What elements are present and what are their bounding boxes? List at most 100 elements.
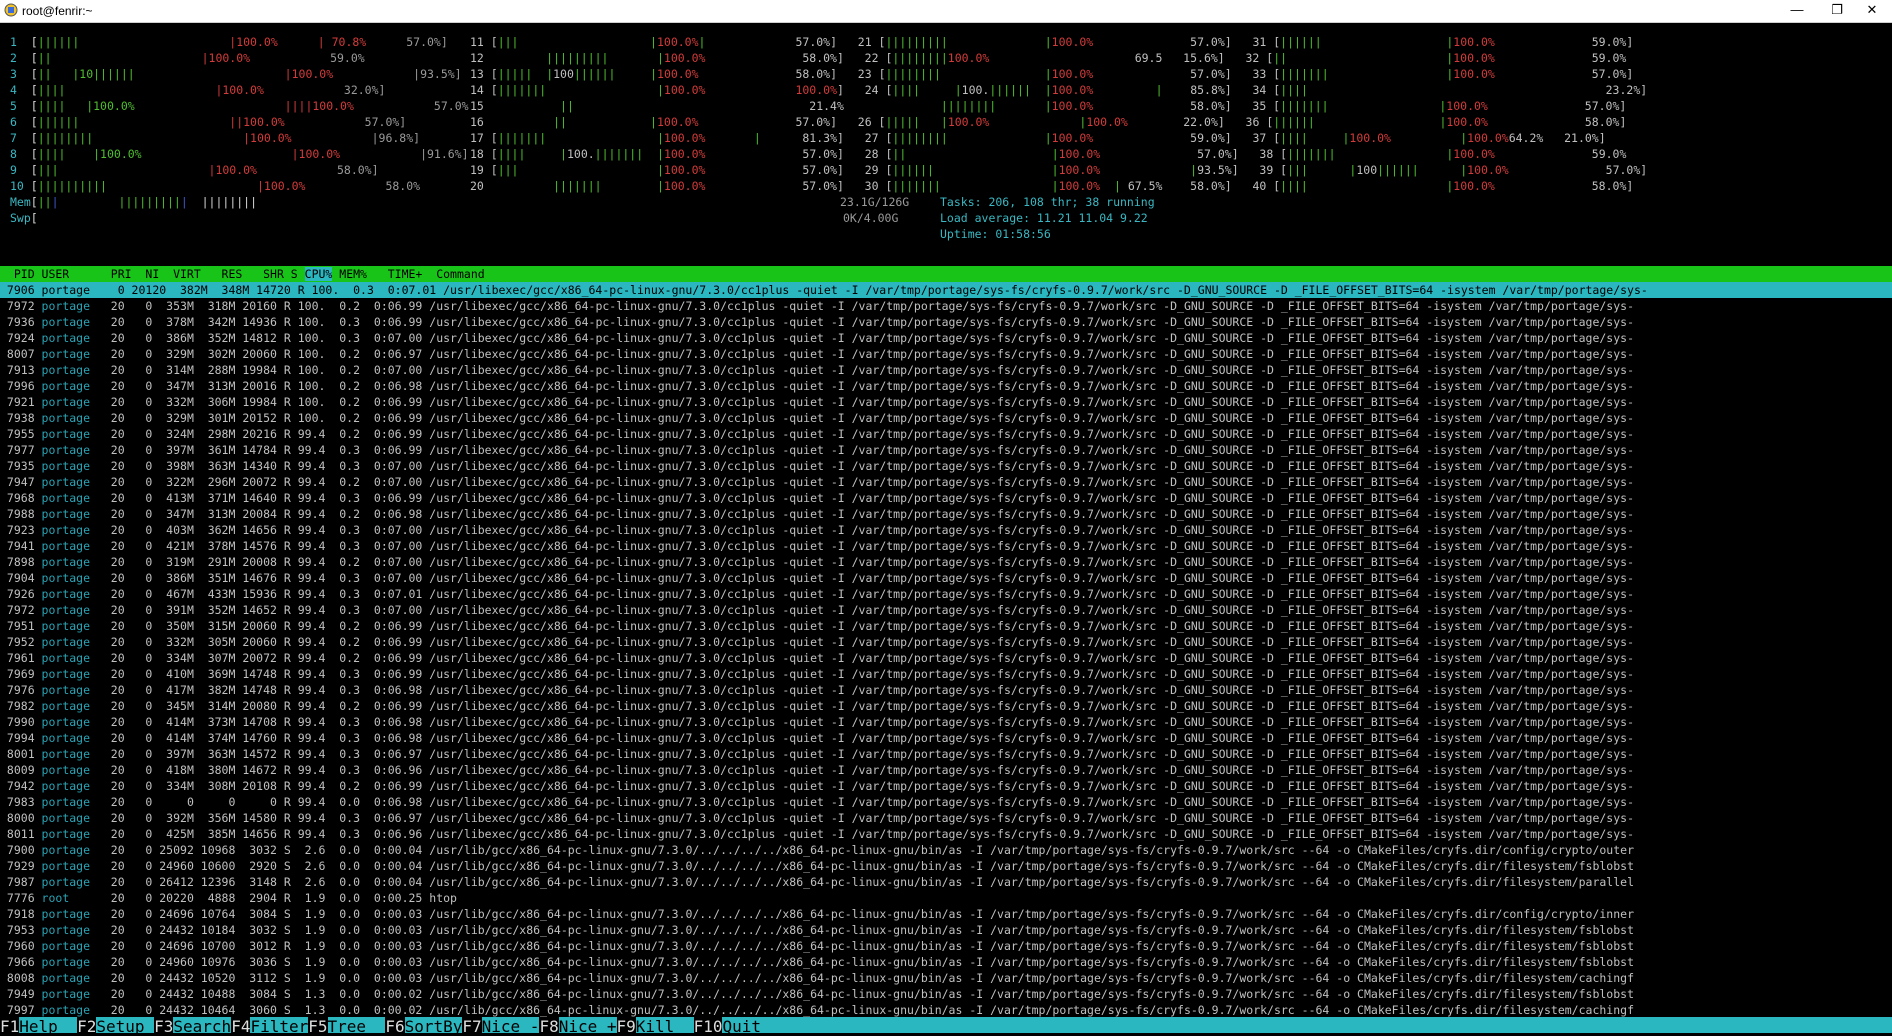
process-row[interactable]: 7947 portage 20 0 322M 296M 20072 R 99.4… bbox=[0, 474, 1892, 490]
process-list[interactable]: 7906 portage 0 20120 382M 348M 14720 R 1… bbox=[0, 282, 1892, 1018]
process-row[interactable]: 7921 portage 20 0 332M 306M 19984 R 100.… bbox=[0, 394, 1892, 410]
process-row[interactable]: 7941 portage 20 0 421M 378M 14576 R 99.4… bbox=[0, 538, 1892, 554]
header-columns[interactable]: PID USER PRI NI VIRT RES SHR S bbox=[0, 267, 305, 281]
fkey-f3[interactable]: F3 bbox=[154, 1017, 174, 1033]
header-columns-rest[interactable]: MEM% TIME+ Command bbox=[332, 267, 484, 281]
fkey-f7[interactable]: F7 bbox=[462, 1017, 482, 1033]
fkey-f2[interactable]: F2 bbox=[77, 1017, 97, 1033]
fkey-label-f6[interactable]: SortBy bbox=[405, 1017, 463, 1033]
process-row[interactable]: 7968 portage 20 0 413M 371M 14640 R 99.4… bbox=[0, 490, 1892, 506]
cpu-meter-row-6: 16 || |100.0% 57.0%] 26 [||||| |100.0% |… bbox=[470, 115, 1627, 129]
process-row[interactable]: 7918 portage 20 0 24696 10764 3084 S 1.9… bbox=[0, 906, 1892, 922]
fkey-label-f9[interactable]: Kill bbox=[636, 1017, 694, 1033]
cpu-meter-10: 10 [|||||||||| |100.0% 58.0% bbox=[10, 179, 421, 193]
fkey-f6[interactable]: F6 bbox=[385, 1017, 405, 1033]
minimize-icon[interactable]: — bbox=[1777, 0, 1817, 22]
process-row[interactable]: 7969 portage 20 0 410M 369M 14748 R 99.4… bbox=[0, 666, 1892, 682]
fkey-f9[interactable]: F9 bbox=[616, 1017, 636, 1033]
process-row[interactable]: 8009 portage 20 0 418M 380M 14672 R 99.4… bbox=[0, 762, 1892, 778]
load-average: Load average: 11.21 11.04 9.22 bbox=[940, 211, 1148, 225]
process-row[interactable]: 8007 portage 20 0 329M 302M 20060 R 100.… bbox=[0, 346, 1892, 362]
cpu-meter-row-7: 17 [||||||| |100.0% | 81.3%] 27 [|||||||… bbox=[470, 131, 1606, 145]
cpu-meter-row-10: 20 ||||||| |100.0% 57.0%] 30 [||||||| |1… bbox=[470, 179, 1634, 193]
process-row[interactable]: 8001 portage 20 0 397M 363M 14572 R 99.4… bbox=[0, 746, 1892, 762]
process-row[interactable]: 7952 portage 20 0 332M 305M 20060 R 99.4… bbox=[0, 634, 1892, 650]
close-icon[interactable]: ✕ bbox=[1852, 0, 1892, 22]
process-row[interactable]: 7898 portage 20 0 319M 291M 20008 R 99.4… bbox=[0, 554, 1892, 570]
process-row[interactable]: 7996 portage 20 0 347M 313M 20016 R 100.… bbox=[0, 378, 1892, 394]
swap-meter: Swp[ bbox=[10, 211, 38, 225]
process-row[interactable]: 7960 portage 20 0 24696 10700 3012 R 1.9… bbox=[0, 938, 1892, 954]
process-row[interactable]: 7966 portage 20 0 24960 10976 3036 S 1.9… bbox=[0, 954, 1892, 970]
process-row[interactable]: 7990 portage 20 0 414M 373M 14708 R 99.4… bbox=[0, 714, 1892, 730]
process-row[interactable]: 7951 portage 20 0 350M 315M 20060 R 99.4… bbox=[0, 618, 1892, 634]
fkey-label-f1[interactable]: Help bbox=[19, 1017, 77, 1033]
process-row[interactable]: 7900 portage 20 0 25092 10968 3032 S 2.6… bbox=[0, 842, 1892, 858]
process-row[interactable]: 7983 portage 20 0 0 0 0 R 99.4 0.0 0:06.… bbox=[0, 794, 1892, 810]
uptime: Uptime: 01:58:56 bbox=[940, 227, 1051, 241]
process-row[interactable]: 7997 portage 20 0 24432 10464 3060 S 1.3… bbox=[0, 1002, 1892, 1018]
process-row[interactable]: 7976 portage 20 0 417M 382M 14748 R 99.4… bbox=[0, 682, 1892, 698]
fkey-f8[interactable]: F8 bbox=[539, 1017, 559, 1033]
process-row[interactable]: 7953 portage 20 0 24432 10184 3032 S 1.9… bbox=[0, 922, 1892, 938]
process-table-header[interactable]: PID USER PRI NI VIRT RES SHR S CPU% MEM%… bbox=[0, 266, 1892, 282]
fkey-f5[interactable]: F5 bbox=[308, 1017, 328, 1033]
process-row[interactable]: 7955 portage 20 0 324M 298M 20216 R 99.4… bbox=[0, 426, 1892, 442]
cpu-meter-row-4: 14 [||||||| |100.0% 100.0%] 24 [|||| |10… bbox=[470, 83, 1648, 97]
fkey-f10[interactable]: F10 bbox=[693, 1017, 723, 1033]
process-row[interactable]: 7929 portage 20 0 24960 10600 2920 S 2.6… bbox=[0, 858, 1892, 874]
process-row[interactable]: 7906 portage 0 20120 382M 348M 14720 R 1… bbox=[0, 282, 1892, 298]
cpu-meter-1: 1 [|||||| |100.0% | 70.8% 57.0%] bbox=[10, 35, 448, 49]
process-row[interactable]: 7938 portage 20 0 329M 301M 20152 R 100.… bbox=[0, 410, 1892, 426]
process-row[interactable]: 7987 portage 20 0 26412 12396 3148 R 2.6… bbox=[0, 874, 1892, 890]
fkey-label-f8[interactable]: Nice + bbox=[559, 1017, 617, 1033]
cpu-meter-6: 6 [|||||| ||100.0% 57.0%] bbox=[10, 115, 407, 129]
process-row[interactable]: 7972 portage 20 0 391M 352M 14652 R 99.4… bbox=[0, 602, 1892, 618]
restore-icon[interactable]: ❐ bbox=[1817, 0, 1857, 22]
window-title: root@fenrir:~ bbox=[22, 4, 93, 18]
cpu-meter-row-3: 13 [||||| |100|||||| |100.0% 58.0%] 23 [… bbox=[470, 67, 1634, 81]
window-titlebar: root@fenrir:~ — ❐ ✕ bbox=[0, 0, 1892, 23]
fkey-label-f2[interactable]: Setup bbox=[96, 1017, 154, 1033]
fkey-label-f7[interactable]: Nice - bbox=[482, 1017, 540, 1033]
fkey-label-f5[interactable]: Tree bbox=[328, 1017, 386, 1033]
process-row[interactable]: 8000 portage 20 0 392M 356M 14580 R 99.4… bbox=[0, 810, 1892, 826]
process-row[interactable]: 7972 portage 20 0 353M 318M 20160 R 100.… bbox=[0, 298, 1892, 314]
process-row[interactable]: 7994 portage 20 0 414M 374M 14760 R 99.4… bbox=[0, 730, 1892, 746]
function-key-bar: F1Help F2Setup F3SearchF4FilterF5Tree F6… bbox=[0, 1017, 1892, 1033]
process-row[interactable]: 7942 portage 20 0 334M 308M 20108 R 99.4… bbox=[0, 778, 1892, 794]
cpu-meter-5: 5 [|||| |100.0% ||||100.0% 57.0% bbox=[10, 99, 469, 113]
header-cpu-sort-column[interactable]: CPU% bbox=[304, 267, 333, 281]
process-row[interactable]: 7977 portage 20 0 397M 361M 14784 R 99.4… bbox=[0, 442, 1892, 458]
process-row[interactable]: 7913 portage 20 0 314M 288M 19984 R 100.… bbox=[0, 362, 1892, 378]
process-row[interactable]: 7924 portage 20 0 386M 352M 14812 R 100.… bbox=[0, 330, 1892, 346]
process-row[interactable]: 7923 portage 20 0 403M 362M 14656 R 99.4… bbox=[0, 522, 1892, 538]
process-row[interactable]: 7935 portage 20 0 398M 363M 14340 R 99.4… bbox=[0, 458, 1892, 474]
fkey-f1[interactable]: F1 bbox=[0, 1017, 20, 1033]
process-row[interactable]: 8011 portage 20 0 425M 385M 14656 R 99.4… bbox=[0, 826, 1892, 842]
process-row[interactable]: 7961 portage 20 0 334M 307M 20072 R 99.4… bbox=[0, 650, 1892, 666]
fkey-label-f4[interactable]: Filter bbox=[250, 1017, 308, 1033]
process-row[interactable]: 7949 portage 20 0 24432 10488 3084 S 1.3… bbox=[0, 986, 1892, 1002]
process-row[interactable]: 8008 portage 20 0 24432 10520 3112 S 1.9… bbox=[0, 970, 1892, 986]
cpu-meter-row-5: 15 || 21.4% |||||||| |100.0% 58.0%] 35 [… bbox=[470, 99, 1627, 113]
swap-value: 0K/4.00G bbox=[843, 211, 899, 225]
cpu-meter-7: 7 [|||||||| |100.0% |96.8%] bbox=[10, 131, 421, 145]
fkey-label-f10[interactable]: Quit bbox=[722, 1017, 761, 1033]
fkey-label-f3[interactable]: Search bbox=[173, 1017, 231, 1033]
cpu-meter-4: 4 [|||| |100.0% 32.0%] bbox=[10, 83, 386, 97]
fkey-f4[interactable]: F4 bbox=[231, 1017, 251, 1033]
cpu-meter-9: 9 [||| |100.0% 58.0%] bbox=[10, 163, 379, 177]
tasks-summary: Tasks: 206, 108 thr; 38 running bbox=[940, 195, 1155, 209]
process-row[interactable]: 7776 root 20 0 20220 4888 2904 R 1.9 0.0… bbox=[0, 890, 1892, 906]
memory-meter: Mem[||| |||||||||| |||||||| bbox=[10, 195, 258, 209]
swap-label: Swp bbox=[10, 211, 31, 225]
cpu-meter-row-8: 18 [|||| |100.||||||| |100.0% 57.0%] 28 … bbox=[470, 147, 1627, 161]
cpu-meter-row-1: 11 [||| |100.0%| 57.0%] 21 [||||||||| |1… bbox=[470, 35, 1634, 49]
process-row[interactable]: 7904 portage 20 0 386M 351M 14676 R 99.4… bbox=[0, 570, 1892, 586]
cpu-meter-row-9: 19 [||| |100.0% 57.0%] 29 [|||||| |100.0… bbox=[470, 163, 1648, 177]
process-row[interactable]: 7926 portage 20 0 467M 433M 15936 R 99.4… bbox=[0, 586, 1892, 602]
process-row[interactable]: 7936 portage 20 0 378M 342M 14936 R 100.… bbox=[0, 314, 1892, 330]
process-row[interactable]: 7982 portage 20 0 345M 314M 20080 R 99.4… bbox=[0, 698, 1892, 714]
process-row[interactable]: 7988 portage 20 0 347M 313M 20084 R 99.4… bbox=[0, 506, 1892, 522]
